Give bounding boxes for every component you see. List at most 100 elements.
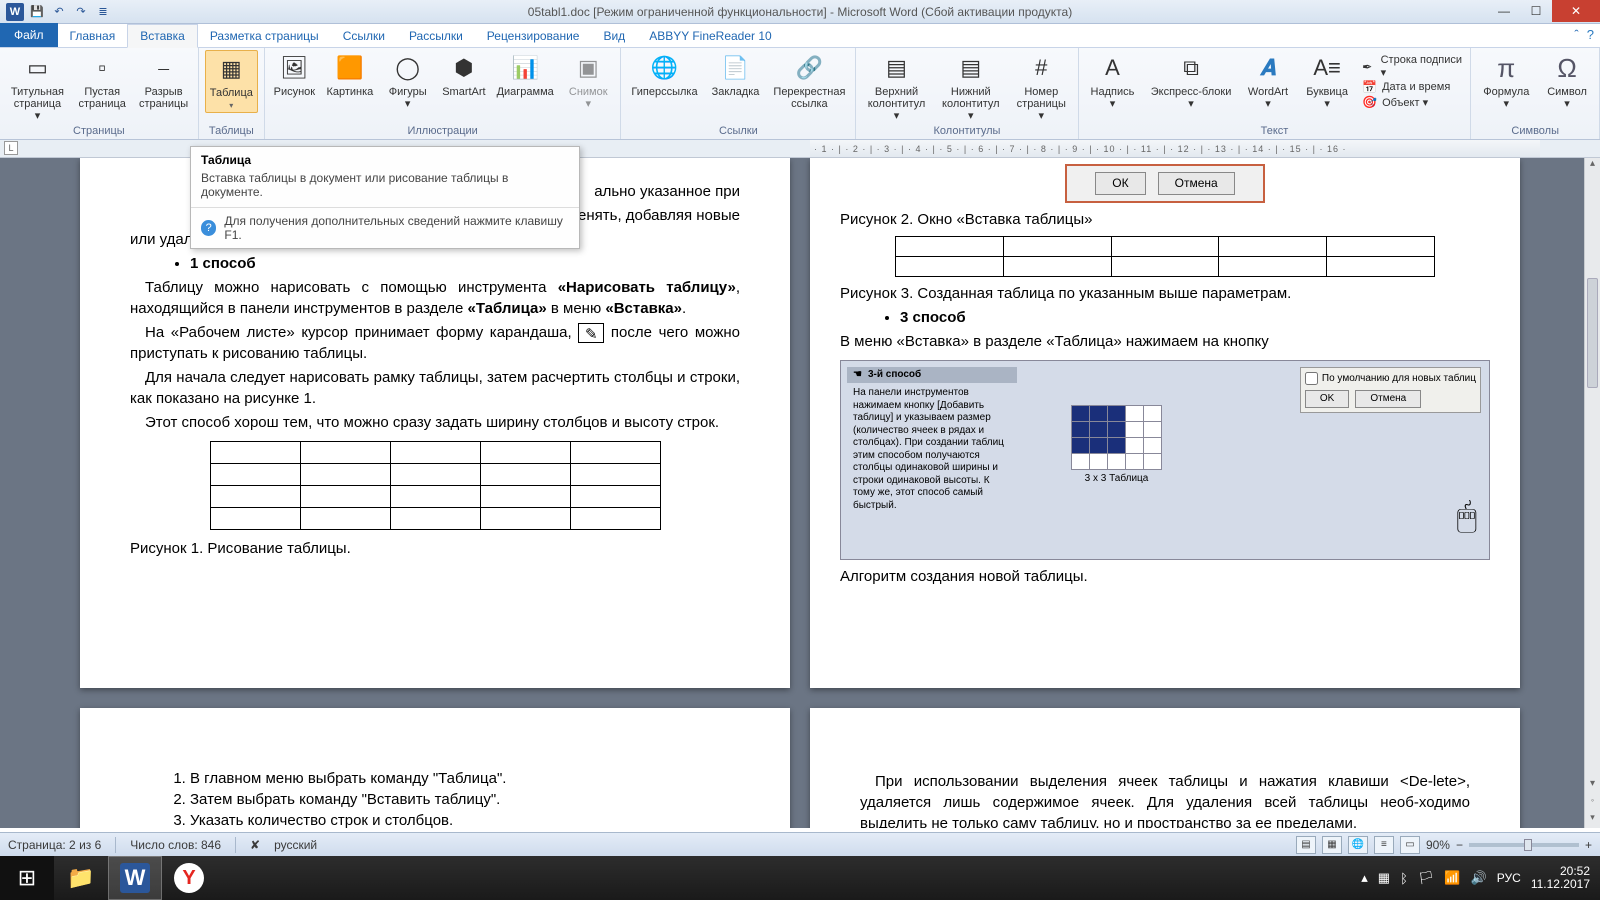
scroll-thumb[interactable] [1587,278,1598,388]
pagenum-button[interactable]: #Номерстраницы ▾ [1011,50,1072,124]
zoom-in-button[interactable]: + [1585,838,1592,852]
crossref-button[interactable]: 🔗Перекрестнаяссылка [769,50,849,112]
view-print-layout[interactable]: ▤ [1296,836,1316,854]
tab-selector[interactable]: L [4,141,18,155]
tray-bluetooth-icon[interactable]: ᛒ [1400,871,1408,886]
clipart-button[interactable]: 🟧Картинка [324,50,376,100]
help-icon[interactable]: ? [1587,27,1594,42]
maximize-button[interactable]: ☐ [1520,0,1552,22]
shapes-button[interactable]: ◯Фигуры ▾ [382,50,434,112]
picture-icon: 🖼 [278,52,310,84]
explorer-task[interactable]: 📁 [54,856,108,900]
tray-flag-icon[interactable]: 🏳 [1418,870,1435,886]
save-icon[interactable]: 💾 [28,3,46,21]
zoom-slider[interactable] [1469,843,1579,847]
word-count[interactable]: Число слов: 846 [130,838,221,852]
start-button[interactable]: ⊞ [0,856,54,900]
tooltip-title: Таблица [191,147,579,169]
blank-page-button[interactable]: ▫Пустаястраница [75,50,130,112]
zoom-level[interactable]: 90% [1426,838,1450,852]
header-button[interactable]: ▤Верхнийколонтитул ▾ [862,50,930,124]
cover-page-button[interactable]: ▭Титульнаястраница ▾ [6,50,69,124]
hyperlink-button[interactable]: 🌐Гиперссылка [627,50,701,100]
textbox-button[interactable]: AНадпись ▾ [1085,50,1141,112]
tab-view[interactable]: Вид [591,25,637,47]
group-text: AНадпись ▾ ⧉Экспресс-блоки ▾ 𝐀WordArt ▾ … [1079,48,1472,139]
prev-page-icon[interactable]: ◦ [1585,795,1600,811]
screenshot-button[interactable]: ▣Снимок ▾ [562,50,614,112]
embedded-figure: ☚3-й способ На панели инструментов нажим… [840,360,1490,560]
list-icon[interactable]: ≣ [94,3,112,21]
tab-insert[interactable]: Вставка [127,24,198,48]
minimize-ribbon-icon[interactable]: ˆ [1574,27,1578,42]
tab-abbyy[interactable]: ABBYY FineReader 10 [637,25,784,47]
status-bar: Страница: 2 из 6 Число слов: 846 ✘ русск… [0,832,1600,856]
tab-mailings[interactable]: Рассылки [397,25,475,47]
hyperlink-icon: 🌐 [648,52,680,84]
page-break-icon: ⎯ [148,52,180,84]
chart-button[interactable]: 📊Диаграмма [494,50,556,100]
pencil-icon: ✎ [578,323,604,343]
page-3: В главном меню выбрать команду "Таблица"… [80,708,790,828]
scroll-up-icon[interactable]: ▴ [1585,158,1600,174]
horizontal-ruler[interactable]: · 1 · | · 2 · | · 3 · | · 4 · | · 5 · | … [810,140,1540,158]
table-button[interactable]: ▦Таблица▾ [205,50,258,113]
tab-references[interactable]: Ссылки [331,25,397,47]
language-indicator[interactable]: русский [274,838,317,852]
redo-icon[interactable]: ↷ [72,3,90,21]
proofing-icon[interactable]: ✘ [250,838,260,852]
minimize-button[interactable]: — [1488,0,1520,22]
crossref-icon: 🔗 [793,52,825,84]
figure-3-table [895,236,1435,277]
screenshot-icon: ▣ [572,52,604,84]
symbol-button[interactable]: ΩСимвол ▾ [1541,50,1593,112]
figure-ok-button: ОК [1095,172,1145,195]
figure-2-caption: Рисунок 2. Окно «Вставка таблицы» [840,209,1490,230]
next-page-icon[interactable]: ▾ [1585,812,1600,828]
datetime-button[interactable]: 📅Дата и время [1362,80,1462,94]
method-1-heading: 1 способ [190,253,740,274]
smartart-button[interactable]: ⬢SmartArt [440,50,489,100]
object-button[interactable]: 🎯Объект ▾ [1362,95,1462,109]
document-area[interactable]: ально указанное при енять, добавляя новы… [0,158,1584,828]
embedded-ok: OK [1305,390,1349,408]
tray-volume-icon[interactable]: 🔊 [1471,870,1487,886]
tray-action-icon[interactable]: ▦ [1378,870,1390,886]
tray-clock[interactable]: 20:52 11.12.2017 [1531,865,1590,891]
group-headerfooter: ▤Верхнийколонтитул ▾ ▤Нижнийколонтитул ▾… [856,48,1078,139]
bookmark-button[interactable]: 📄Закладка [708,50,764,100]
figure-2-dialog: ОК Отмена [1065,164,1265,203]
tray-network-icon[interactable]: 📶 [1444,870,1460,886]
quickparts-button[interactable]: ⧉Экспресс-блоки ▾ [1146,50,1235,112]
tooltip-body: Вставка таблицы в документ или рисование… [191,169,579,208]
equation-icon: π [1490,52,1522,84]
footer-button[interactable]: ▤Нижнийколонтитул ▾ [937,50,1005,124]
yandex-task[interactable]: Y [162,856,216,900]
zoom-out-button[interactable]: − [1456,838,1463,852]
scroll-down-icon[interactable]: ▾ [1585,778,1600,794]
undo-icon[interactable]: ↶ [50,3,68,21]
taskbar: ⊞ 📁 W Y ▴ ▦ ᛒ 🏳 📶 🔊 РУС 20:52 11.12.2017 [0,856,1600,900]
tab-home[interactable]: Главная [58,25,128,47]
tab-review[interactable]: Рецензирование [475,25,592,47]
footer-icon: ▤ [955,52,987,84]
figure-3-caption: Рисунок 3. Созданная таблица по указанны… [840,283,1490,304]
tray-chevron-icon[interactable]: ▴ [1361,870,1368,886]
view-fullscreen[interactable]: ▦ [1322,836,1342,854]
view-web[interactable]: 🌐 [1348,836,1368,854]
wordart-button[interactable]: 𝐀WordArt ▾ [1242,50,1294,112]
file-tab[interactable]: Файл [0,23,58,47]
picture-button[interactable]: 🖼Рисунок [271,50,318,100]
word-task[interactable]: W [108,856,162,900]
page-indicator[interactable]: Страница: 2 из 6 [8,838,101,852]
close-button[interactable]: ✕ [1552,0,1600,22]
equation-button[interactable]: πФормула ▾ [1477,50,1535,112]
page-break-button[interactable]: ⎯Разрывстраницы [135,50,191,112]
dropcap-button[interactable]: A≡Буквица ▾ [1300,50,1354,112]
signature-line-button[interactable]: ✒Строка подписи ▾ [1362,54,1462,79]
tab-layout[interactable]: Разметка страницы [198,25,331,47]
vertical-scrollbar[interactable]: ▴ ▾ ◦ ▾ [1584,158,1600,828]
tray-language[interactable]: РУС [1497,871,1521,885]
view-outline[interactable]: ≡ [1374,836,1394,854]
view-draft[interactable]: ▭ [1400,836,1420,854]
